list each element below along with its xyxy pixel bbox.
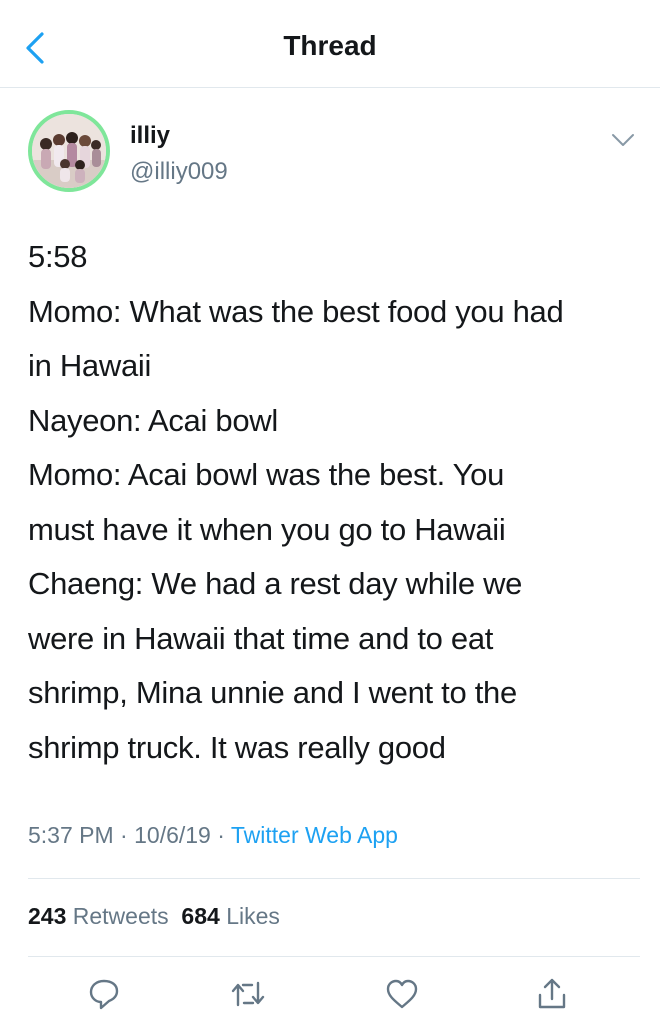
tweet-source-link[interactable]: Twitter Web App xyxy=(231,822,398,848)
retweets-stat[interactable]: 243 Retweets xyxy=(28,903,169,929)
divider xyxy=(28,956,640,957)
tweet-author: illiy @illiy009 xyxy=(28,110,638,200)
retweet-icon xyxy=(231,981,265,1007)
tweet-text: 5:58 Momo: What was the best food you ha… xyxy=(28,230,643,775)
tweet-action-bar xyxy=(0,970,660,1024)
like-icon xyxy=(386,979,418,1009)
meta-separator: · xyxy=(113,822,135,848)
tweet-line: were in Hawaii that time and to eat xyxy=(28,620,494,656)
tweet-time: 5:37 PM xyxy=(28,822,114,848)
author-display-name[interactable]: illiy xyxy=(130,122,170,150)
page-title: Thread xyxy=(283,30,377,61)
top-nav-bar: Thread xyxy=(0,0,660,88)
likes-label: Likes xyxy=(226,903,280,929)
tweet-line: shrimp, Mina unnie and I went to the xyxy=(28,675,517,710)
share-button[interactable] xyxy=(532,974,572,1014)
avatar[interactable] xyxy=(28,110,110,192)
tweet-line: in Hawaii xyxy=(28,348,152,383)
retweets-count: 243 xyxy=(28,903,67,929)
tweet-line: must have it when you go to Hawaii xyxy=(28,511,506,547)
meta-separator: · xyxy=(210,822,231,848)
tweet-line: Nayeon: Acai bowl xyxy=(28,402,278,438)
author-handle[interactable]: @illiy009 xyxy=(130,158,228,186)
tweet-menu-button[interactable] xyxy=(608,128,638,152)
tweet-line: Momo: What was the best food you had xyxy=(28,293,564,329)
reply-icon xyxy=(89,979,119,1010)
share-icon xyxy=(538,978,566,1009)
tweet-line: 5:58 xyxy=(28,239,88,274)
likes-count: 684 xyxy=(181,903,220,929)
tweet-line: Chaeng: We had a rest day while we xyxy=(28,566,523,601)
avatar-image xyxy=(32,114,106,188)
reply-button[interactable] xyxy=(84,974,124,1014)
divider xyxy=(28,878,640,879)
retweets-label: Retweets xyxy=(72,903,169,929)
chevron-down-icon xyxy=(612,134,634,146)
tweet-stats: 243 Retweets 684 Likes xyxy=(28,903,280,930)
likes-stat[interactable]: 684 Likes xyxy=(181,903,279,929)
tweet-line: Momo: Acai bowl was the best. You xyxy=(28,457,505,492)
like-button[interactable] xyxy=(382,974,422,1014)
tweet-line: shrimp truck. It was really good xyxy=(28,729,446,765)
tweet-meta: 5:37 PM · 10/6/19 · Twitter Web App xyxy=(28,822,398,849)
retweet-button[interactable] xyxy=(228,974,268,1014)
tweet-date: 10/6/19 xyxy=(134,822,211,848)
